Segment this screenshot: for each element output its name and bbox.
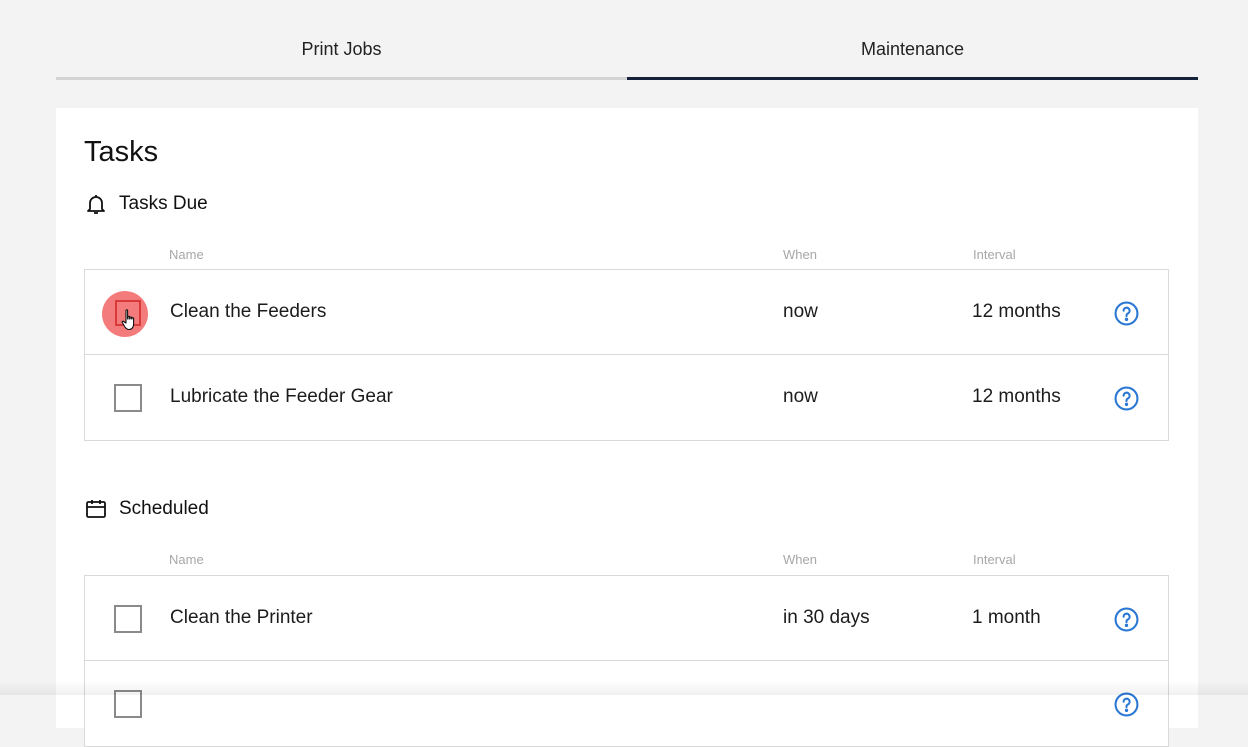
help-icon[interactable] [1114,301,1139,326]
tab-maintenance[interactable]: Maintenance [627,0,1198,80]
task-checkbox[interactable] [114,384,142,412]
column-header-name: Name [169,552,204,567]
help-icon[interactable] [1114,607,1139,632]
section-header-scheduled: Scheduled [84,497,209,521]
task-interval: 12 months [972,301,1061,322]
task-interval: 12 months [972,386,1061,407]
table-row: Lubricate the Feeder Gear now 12 months [85,355,1168,440]
task-interval: 1 month [972,607,1041,628]
section-header-tasks-due: Tasks Due [84,192,208,216]
bell-icon [87,195,105,214]
section-title: Scheduled [119,498,209,519]
page-title: Tasks [84,136,159,168]
column-header-interval: Interval [973,247,1016,262]
tasks-card: Tasks Tasks Due Name When Interval Clean… [56,108,1198,747]
column-header-name: Name [169,247,204,262]
hand-cursor-icon [121,309,135,331]
column-header-interval: Interval [973,552,1016,567]
task-name: Clean the Printer [170,607,313,628]
tab-bar: Print Jobs Maintenance [56,0,1198,80]
column-header-when: When [783,247,817,262]
scheduled-table: Clean the Printer in 30 days 1 month [84,575,1169,747]
task-when: now [783,301,818,322]
table-row [85,661,1168,746]
task-when: now [783,386,818,407]
task-name: Clean the Feeders [170,301,327,322]
tasks-due-table: Clean the Feeders now 12 months Lubricat… [84,269,1169,441]
task-checkbox[interactable] [114,605,142,633]
task-when: in 30 days [783,607,870,628]
tab-print-jobs[interactable]: Print Jobs [56,0,627,80]
help-icon[interactable] [1114,692,1139,717]
column-header-when: When [783,552,817,567]
bottom-edge-shadow [0,681,1248,695]
help-icon[interactable] [1114,386,1139,411]
task-name: Lubricate the Feeder Gear [170,386,393,407]
calendar-icon [86,500,106,518]
section-title: Tasks Due [119,193,208,214]
table-row: Clean the Feeders now 12 months [85,270,1168,355]
table-row: Clean the Printer in 30 days 1 month [85,576,1168,661]
